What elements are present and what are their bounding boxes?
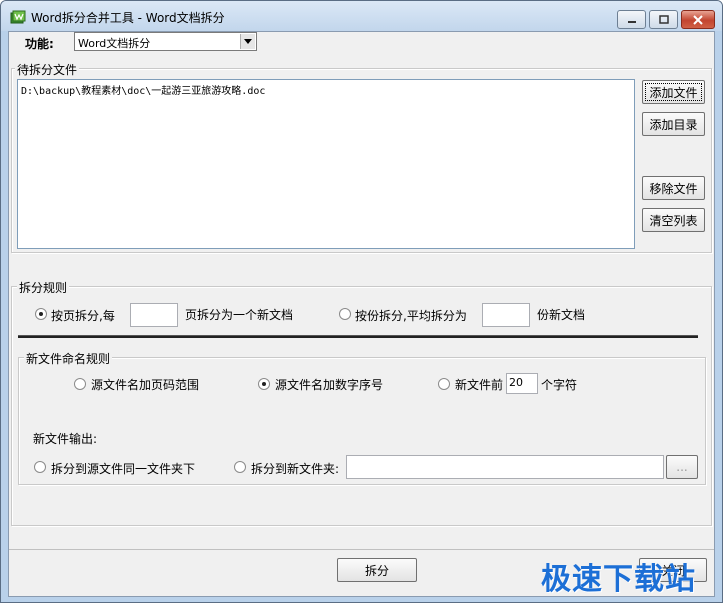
close-icon xyxy=(693,14,703,25)
name-page-range-radio[interactable] xyxy=(74,378,86,390)
close-window-button[interactable] xyxy=(681,10,715,29)
name-number-radio[interactable] xyxy=(258,378,270,390)
function-select-value: Word文档拆分 xyxy=(78,37,151,50)
function-label: 功能: xyxy=(25,37,54,51)
file-list[interactable]: D:\backup\教程素材\doc\一起游三亚旅游攻略.doc xyxy=(17,79,635,249)
minimize-button[interactable] xyxy=(617,10,646,29)
client-area: 功能: Word文档拆分 待拆分文件 D:\backup\教程素材\doc\一起… xyxy=(8,31,715,597)
split-by-page-radio[interactable] xyxy=(35,308,47,320)
maximize-icon xyxy=(658,15,669,24)
clear-list-button[interactable]: 清空列表 xyxy=(642,208,705,232)
maximize-button[interactable] xyxy=(649,10,678,29)
split-by-page-suffix: 页拆分为一个新文档 xyxy=(185,308,294,322)
name-number-label: 源文件名加数字序号 xyxy=(275,378,384,392)
remove-file-button[interactable]: 移除文件 xyxy=(642,176,705,200)
prefix-chars-input[interactable]: 20 xyxy=(506,373,538,394)
app-window: Word拆分合并工具 - Word文档拆分 功能: Word文档拆分 待拆分文件… xyxy=(0,0,723,603)
naming-group-title: 新文件命名规则 xyxy=(24,350,113,367)
output-new-folder-label: 拆分到新文件夹: xyxy=(251,462,340,476)
window-title: Word拆分合并工具 - Word文档拆分 xyxy=(31,11,225,25)
add-file-button[interactable]: 添加文件 xyxy=(642,80,705,104)
pages-per-doc-input[interactable] xyxy=(130,303,178,327)
name-prefix-radio[interactable] xyxy=(438,378,450,390)
browse-folder-button[interactable]: ... xyxy=(666,455,698,479)
add-directory-button[interactable]: 添加目录 xyxy=(642,112,705,136)
rules-group-title: 拆分规则 xyxy=(17,279,70,296)
output-new-folder-radio[interactable] xyxy=(234,461,246,473)
output-same-folder-label: 拆分到源文件同一文件夹下 xyxy=(51,462,196,476)
dropdown-button[interactable] xyxy=(240,34,255,49)
list-item[interactable]: D:\backup\教程素材\doc\一起游三亚旅游攻略.doc xyxy=(21,82,265,97)
name-page-range-label: 源文件名加页码范围 xyxy=(91,378,200,392)
divider xyxy=(18,335,698,338)
split-by-count-suffix: 份新文档 xyxy=(537,308,586,322)
watermark-text: 极速下载站 xyxy=(541,562,696,597)
name-prefix-label: 新文件前 xyxy=(455,378,504,392)
output-folder-input[interactable] xyxy=(346,455,664,479)
minimize-icon xyxy=(627,20,636,23)
chevron-down-icon xyxy=(244,39,252,44)
app-icon xyxy=(10,10,26,24)
title-bar[interactable]: Word拆分合并工具 - Word文档拆分 xyxy=(1,1,722,31)
split-by-page-label: 按页拆分,每 xyxy=(51,309,115,323)
split-by-count-radio[interactable] xyxy=(339,308,351,320)
files-group-title: 待拆分文件 xyxy=(15,61,80,78)
split-by-count-label: 按份拆分,平均拆分为 xyxy=(355,309,467,323)
doc-count-input[interactable] xyxy=(482,303,530,327)
prefix-chars-suffix: 个字符 xyxy=(541,378,578,392)
output-label: 新文件输出: xyxy=(33,432,98,446)
function-select[interactable]: Word文档拆分 xyxy=(74,32,257,51)
split-button[interactable]: 拆分 xyxy=(337,558,417,582)
